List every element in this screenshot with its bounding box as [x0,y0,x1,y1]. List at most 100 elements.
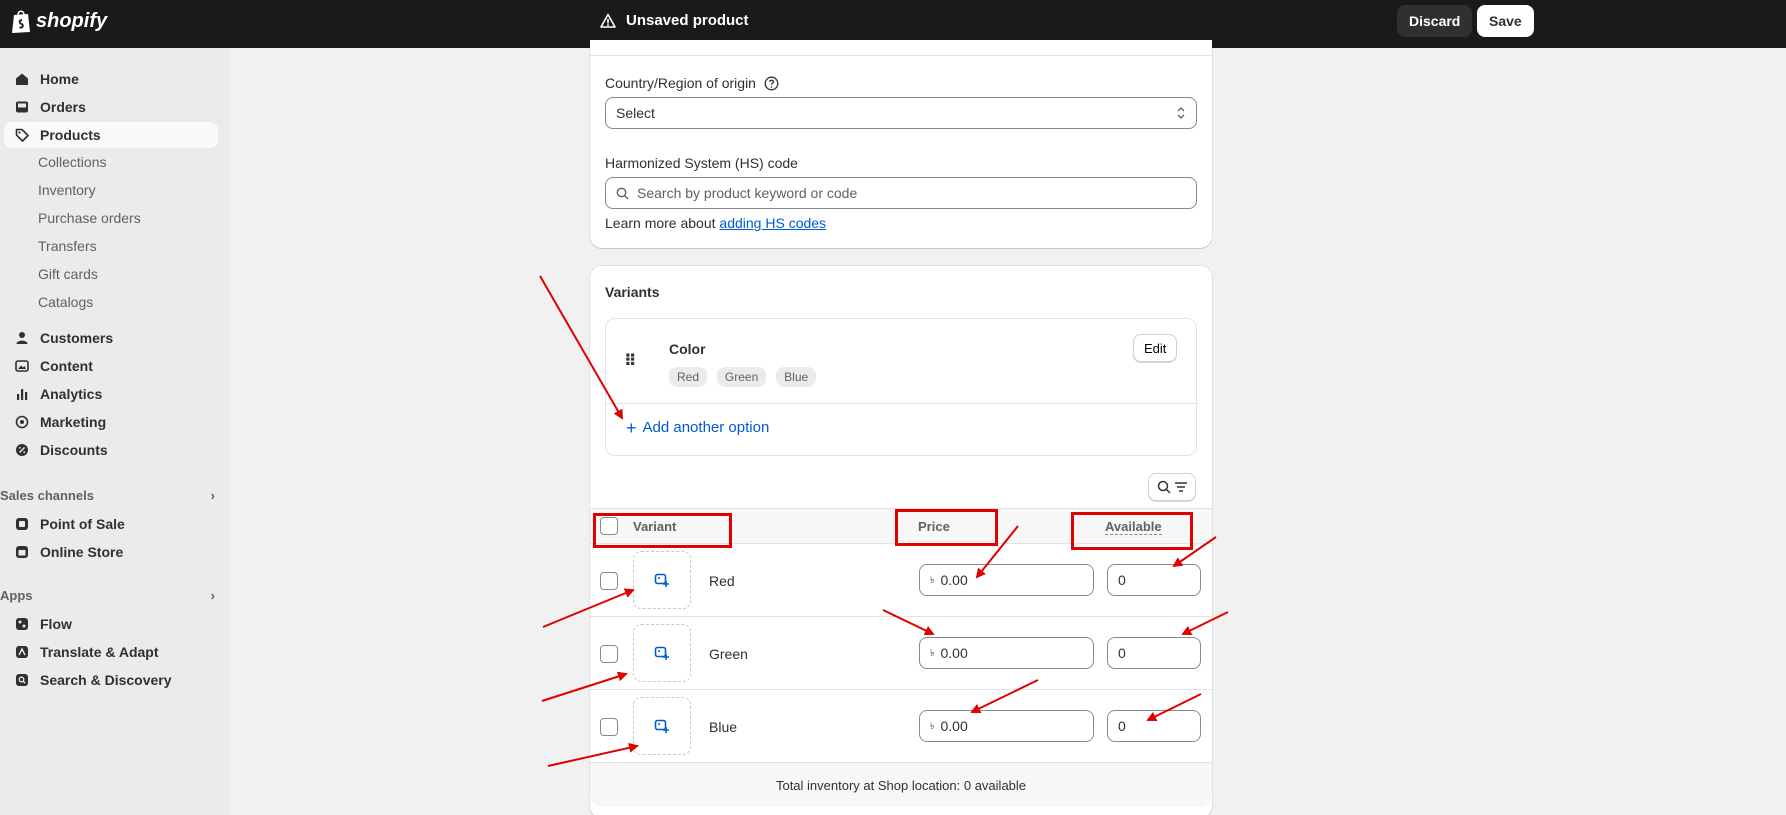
search-icon [616,187,629,199]
sidebar-subitem-purchase-orders[interactable]: Purchase orders [38,210,141,226]
drag-handle-icon[interactable]: ⠿ [624,351,636,371]
available-input[interactable]: 0 [1107,564,1201,596]
store-icon [14,544,30,560]
bar-chart-icon [14,386,30,402]
sidebar-item-translate-adapt[interactable]: Translate & Adapt [4,639,218,665]
image-icon [14,358,30,374]
sidebar-item-online-store[interactable]: Online Store [4,539,218,565]
sidebar-item-label: Flow [40,616,72,632]
add-variant-image-button[interactable] [633,624,691,682]
sidebar-item-analytics[interactable]: Analytics [4,381,218,407]
sidebar-subitem-transfers[interactable]: Transfers [38,238,97,254]
currency-symbol: ৳ [930,720,935,731]
shopify-bag-icon [12,10,30,33]
total-inventory-footer: Total inventory at Shop location: 0 avai… [590,763,1212,807]
sidebar-item-label: Customers [40,330,114,346]
chevron-right-icon: › [210,488,215,503]
price-input[interactable]: ৳ 0.00 [919,637,1094,669]
price-value: 0.00 [940,572,968,588]
plus-icon: + [626,417,637,438]
hs-codes-link[interactable]: adding HS codes [719,215,826,231]
logo-text: shopify [36,9,108,32]
variants-title: Variants [605,284,660,300]
discard-button[interactable]: Discard [1397,5,1473,37]
pos-icon [14,516,30,532]
image-add-icon [654,719,669,733]
sidebar-item-label: Orders [40,99,86,115]
divider [606,403,1196,404]
table-row[interactable]: Red ৳ 0.00 0 [590,544,1212,617]
available-input[interactable]: 0 [1107,710,1201,742]
sidebar-item-products[interactable]: Products [4,122,218,148]
add-variant-image-button[interactable] [633,697,691,755]
sidebar-subitem-gift-cards[interactable]: Gift cards [38,266,98,282]
annotation-box-price [895,509,998,546]
price-value: 0.00 [940,645,968,661]
sidebar: Home Orders Products Collections Invento… [0,48,230,815]
hs-code-placeholder: Search by product keyword or code [637,185,858,201]
person-icon [14,330,30,346]
search-icon [1157,480,1171,494]
search-filter-button[interactable] [1148,473,1196,501]
table-row[interactable]: Green ৳ 0.00 0 [590,617,1212,690]
filter-icon [1174,482,1187,492]
variant-name: Green [709,646,748,662]
available-input[interactable]: 0 [1107,637,1201,669]
help-icon[interactable] [764,76,779,91]
sidebar-item-marketing[interactable]: Marketing [4,409,218,435]
search-discovery-icon [14,672,30,688]
sidebar-item-point-of-sale[interactable]: Point of Sale [4,511,218,537]
sidebar-item-customers[interactable]: Customers [4,325,218,351]
select-chevron-icon [1177,107,1185,119]
annotation-box-variant [593,513,732,548]
sidebar-item-home[interactable]: Home [4,66,218,92]
option-values: Red Green Blue [669,367,822,387]
sidebar-item-orders[interactable]: Orders [4,94,218,120]
edit-option-button[interactable]: Edit [1133,334,1178,362]
shopify-logo[interactable]: shopify [10,8,107,34]
target-icon [14,414,30,430]
sidebar-subitem-catalogs[interactable]: Catalogs [38,294,93,310]
price-input[interactable]: ৳ 0.00 [919,710,1094,742]
row-checkbox[interactable] [600,718,618,736]
apps-header[interactable]: Apps › [0,588,215,603]
option-name: Color [669,341,706,357]
sidebar-item-label: Products [40,127,101,143]
add-variant-image-button[interactable] [633,551,691,609]
sidebar-item-content[interactable]: Content [4,353,218,379]
sales-channels-header[interactable]: Sales channels › [0,488,215,503]
row-checkbox[interactable] [600,645,618,663]
variant-name: Red [709,573,735,589]
add-another-option-link[interactable]: + Add another option [626,417,769,438]
option-value-chip: Red [669,367,708,387]
sidebar-subitem-inventory[interactable]: Inventory [38,182,96,198]
save-button[interactable]: Save [1477,5,1534,37]
row-checkbox[interactable] [600,572,618,590]
variant-name: Blue [709,719,738,735]
sidebar-item-search-discovery[interactable]: Search & Discovery [4,667,218,693]
discount-icon [14,442,30,458]
warning-icon [600,13,616,29]
sidebar-item-flow[interactable]: Flow [4,611,218,637]
sidebar-item-label: Online Store [40,544,124,560]
sidebar-item-discounts[interactable]: Discounts [4,437,218,463]
sidebar-item-label: Search & Discovery [40,672,172,688]
sales-channels-title: Sales channels [0,488,94,503]
available-value: 0 [1118,718,1126,734]
sidebar-subitem-collections[interactable]: Collections [38,154,106,170]
currency-symbol: ৳ [930,647,935,658]
option-value-chip: Blue [776,367,817,387]
flow-icon [14,616,30,632]
country-label: Country/Region of origin [605,75,779,91]
home-icon [14,71,30,87]
price-value: 0.00 [940,718,968,734]
price-input[interactable]: ৳ 0.00 [919,564,1094,596]
country-select-value: Select [616,105,655,121]
available-value: 0 [1118,645,1126,661]
annotation-box-available [1071,512,1193,550]
table-row[interactable]: Blue ৳ 0.00 0 [590,690,1212,763]
sidebar-item-label: Discounts [40,442,108,458]
learn-more-text: Learn more about adding HS codes [605,215,826,231]
country-select[interactable]: Select [605,97,1197,129]
hs-code-input[interactable]: Search by product keyword or code [605,177,1197,209]
